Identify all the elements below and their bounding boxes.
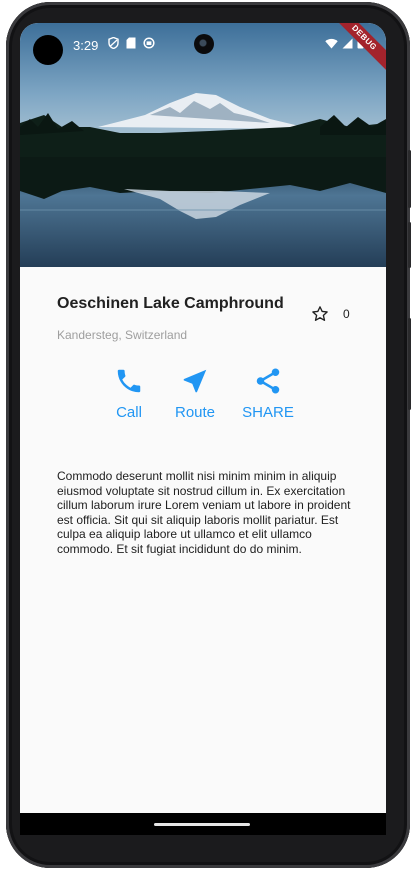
star-outline-icon[interactable] bbox=[311, 305, 329, 323]
call-label: Call bbox=[116, 404, 142, 421]
share-button[interactable]: SHARE bbox=[240, 366, 296, 421]
camera-cutout bbox=[33, 35, 63, 65]
place-subtitle: Kandersteg, Switzerland bbox=[57, 328, 188, 342]
shield-icon bbox=[108, 37, 119, 49]
status-bar: 3:29 bbox=[20, 23, 386, 69]
status-icons-left bbox=[108, 37, 155, 49]
side-button bbox=[408, 318, 411, 410]
phone-icon bbox=[117, 369, 141, 393]
share-label: SHARE bbox=[242, 404, 294, 421]
home-gesture-handle[interactable] bbox=[154, 823, 250, 826]
signal-icon bbox=[342, 38, 353, 48]
app-screen: 3:29 DEBUG Oeschinen Lake Camphround Kan… bbox=[20, 23, 386, 835]
wifi-icon bbox=[325, 38, 338, 48]
power-button bbox=[408, 150, 411, 208]
circle-status-icon bbox=[143, 37, 155, 49]
favorite-widget: 0 bbox=[311, 305, 350, 323]
volume-button bbox=[408, 222, 411, 268]
share-icon bbox=[256, 368, 280, 394]
navigation-icon bbox=[183, 369, 207, 393]
call-button[interactable]: Call bbox=[110, 366, 148, 421]
route-button[interactable]: Route bbox=[170, 366, 220, 421]
status-time: 3:29 bbox=[73, 38, 99, 53]
description-text: Commodo deserunt mollit nisi minim minim… bbox=[57, 469, 351, 556]
front-camera bbox=[194, 34, 214, 54]
sd-card-icon bbox=[126, 37, 136, 49]
favorite-count: 0 bbox=[343, 307, 350, 321]
route-label: Route bbox=[174, 404, 216, 421]
